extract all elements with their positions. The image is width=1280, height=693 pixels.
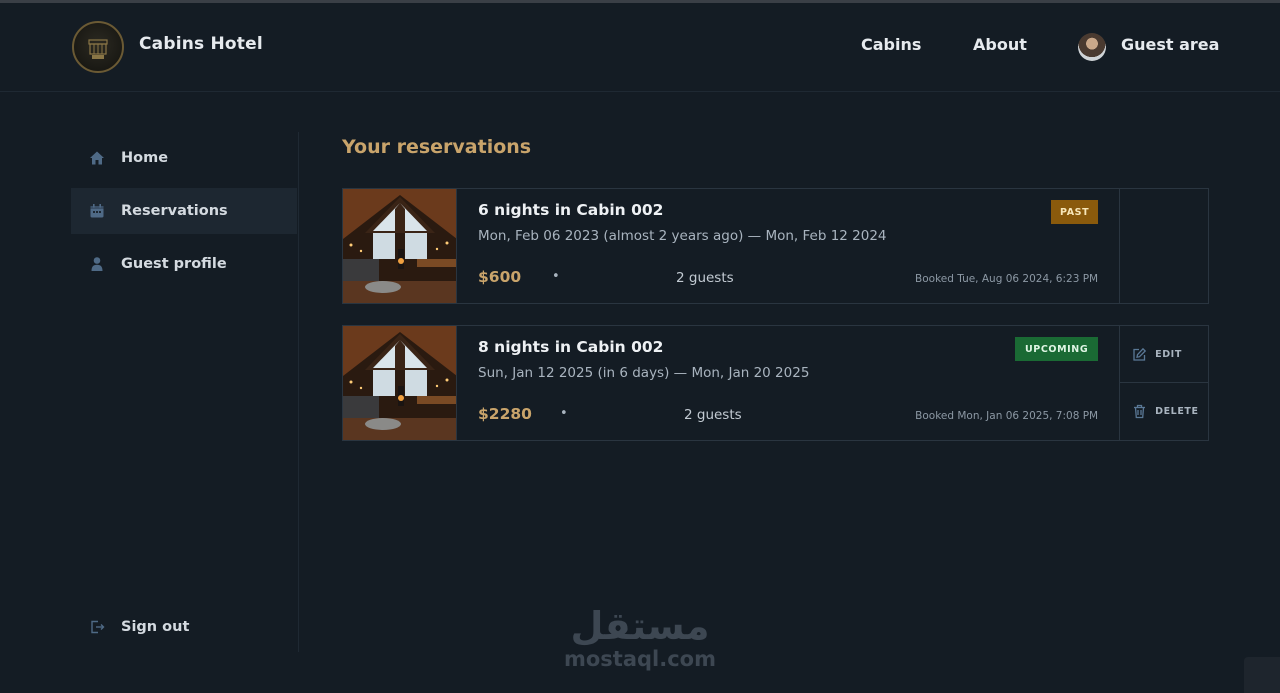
calendar-icon <box>89 203 105 219</box>
delete-label: DELETE <box>1155 406 1199 417</box>
sidebar-item-guest-profile[interactable]: Guest profile <box>71 241 297 287</box>
sidebar-item-reservations[interactable]: Reservations <box>71 188 297 234</box>
reservation-dates: Sun, Jan 12 2025 (in 6 days) — Mon, Jan … <box>478 365 810 381</box>
user-icon <box>89 256 105 272</box>
edit-label: EDIT <box>1155 348 1182 360</box>
brand-name[interactable]: Cabins Hotel <box>139 34 263 54</box>
hotel-logo[interactable] <box>72 21 124 73</box>
site-header: Cabins Hotel Cabins About Guest area <box>0 3 1280 92</box>
sidebar-item-label: Guest profile <box>121 256 227 272</box>
nav-guest-area[interactable]: Guest area <box>1121 35 1219 54</box>
status-badge: PAST <box>1051 200 1099 224</box>
corner-widget <box>1244 657 1280 693</box>
home-icon <box>89 150 105 166</box>
reservation-details: 8 nights in Cabin 002 UPCOMING Sun, Jan … <box>457 326 1119 440</box>
reservation-booked-date: Booked Mon, Jan 06 2025, 7:08 PM <box>915 410 1099 422</box>
watermark-arabic: مستقل <box>570 604 710 648</box>
sign-out-button[interactable]: Sign out <box>71 604 297 650</box>
edit-icon <box>1132 347 1147 362</box>
nav-about[interactable]: About <box>973 35 1027 54</box>
reservation-price: $600 <box>478 268 522 286</box>
separator-dot: • <box>560 406 568 421</box>
sidebar-item-home[interactable]: Home <box>71 135 297 181</box>
reservation-guests: 2 guests <box>676 270 734 286</box>
nav-cabins[interactable]: Cabins <box>861 35 921 54</box>
sidebar-item-label: Reservations <box>121 203 228 219</box>
account-sidebar: Home Reservations Guest profile Sign out <box>71 132 299 652</box>
reservation-dates: Mon, Feb 06 2023 (almost 2 years ago) — … <box>478 228 887 244</box>
watermark: مستقل mostaql.com <box>560 604 720 670</box>
cabin-thumbnail <box>343 326 457 440</box>
delete-button[interactable]: DELETE <box>1120 383 1208 440</box>
reservation-booked-date: Booked Tue, Aug 06 2024, 6:23 PM <box>915 273 1099 285</box>
reservation-price: $2280 <box>478 405 532 423</box>
page-title: Your reservations <box>342 136 532 158</box>
reservation-guests: 2 guests <box>684 407 742 423</box>
reservation-details: 6 nights in Cabin 002 PAST Mon, Feb 06 2… <box>457 189 1119 303</box>
sign-out-icon <box>89 619 105 635</box>
watermark-latin: mostaql.com <box>564 647 716 671</box>
sign-out-label: Sign out <box>121 619 190 635</box>
trash-icon <box>1132 404 1147 419</box>
sidebar-item-label: Home <box>121 150 169 166</box>
reservation-card: 6 nights in Cabin 002 PAST Mon, Feb 06 2… <box>342 188 1209 304</box>
guest-avatar[interactable] <box>1078 33 1106 61</box>
reservation-actions <box>1119 189 1208 303</box>
reservation-title: 6 nights in Cabin 002 <box>478 201 664 219</box>
reservation-card: 8 nights in Cabin 002 UPCOMING Sun, Jan … <box>342 325 1209 441</box>
reservation-title: 8 nights in Cabin 002 <box>478 338 664 356</box>
edit-button[interactable]: EDIT <box>1120 326 1209 383</box>
separator-dot: • <box>552 269 560 284</box>
cabin-logo-icon <box>88 39 108 59</box>
status-badge: UPCOMING <box>1015 337 1099 361</box>
cabin-thumbnail <box>343 189 457 303</box>
reservation-actions: EDIT DELETE <box>1119 326 1209 440</box>
